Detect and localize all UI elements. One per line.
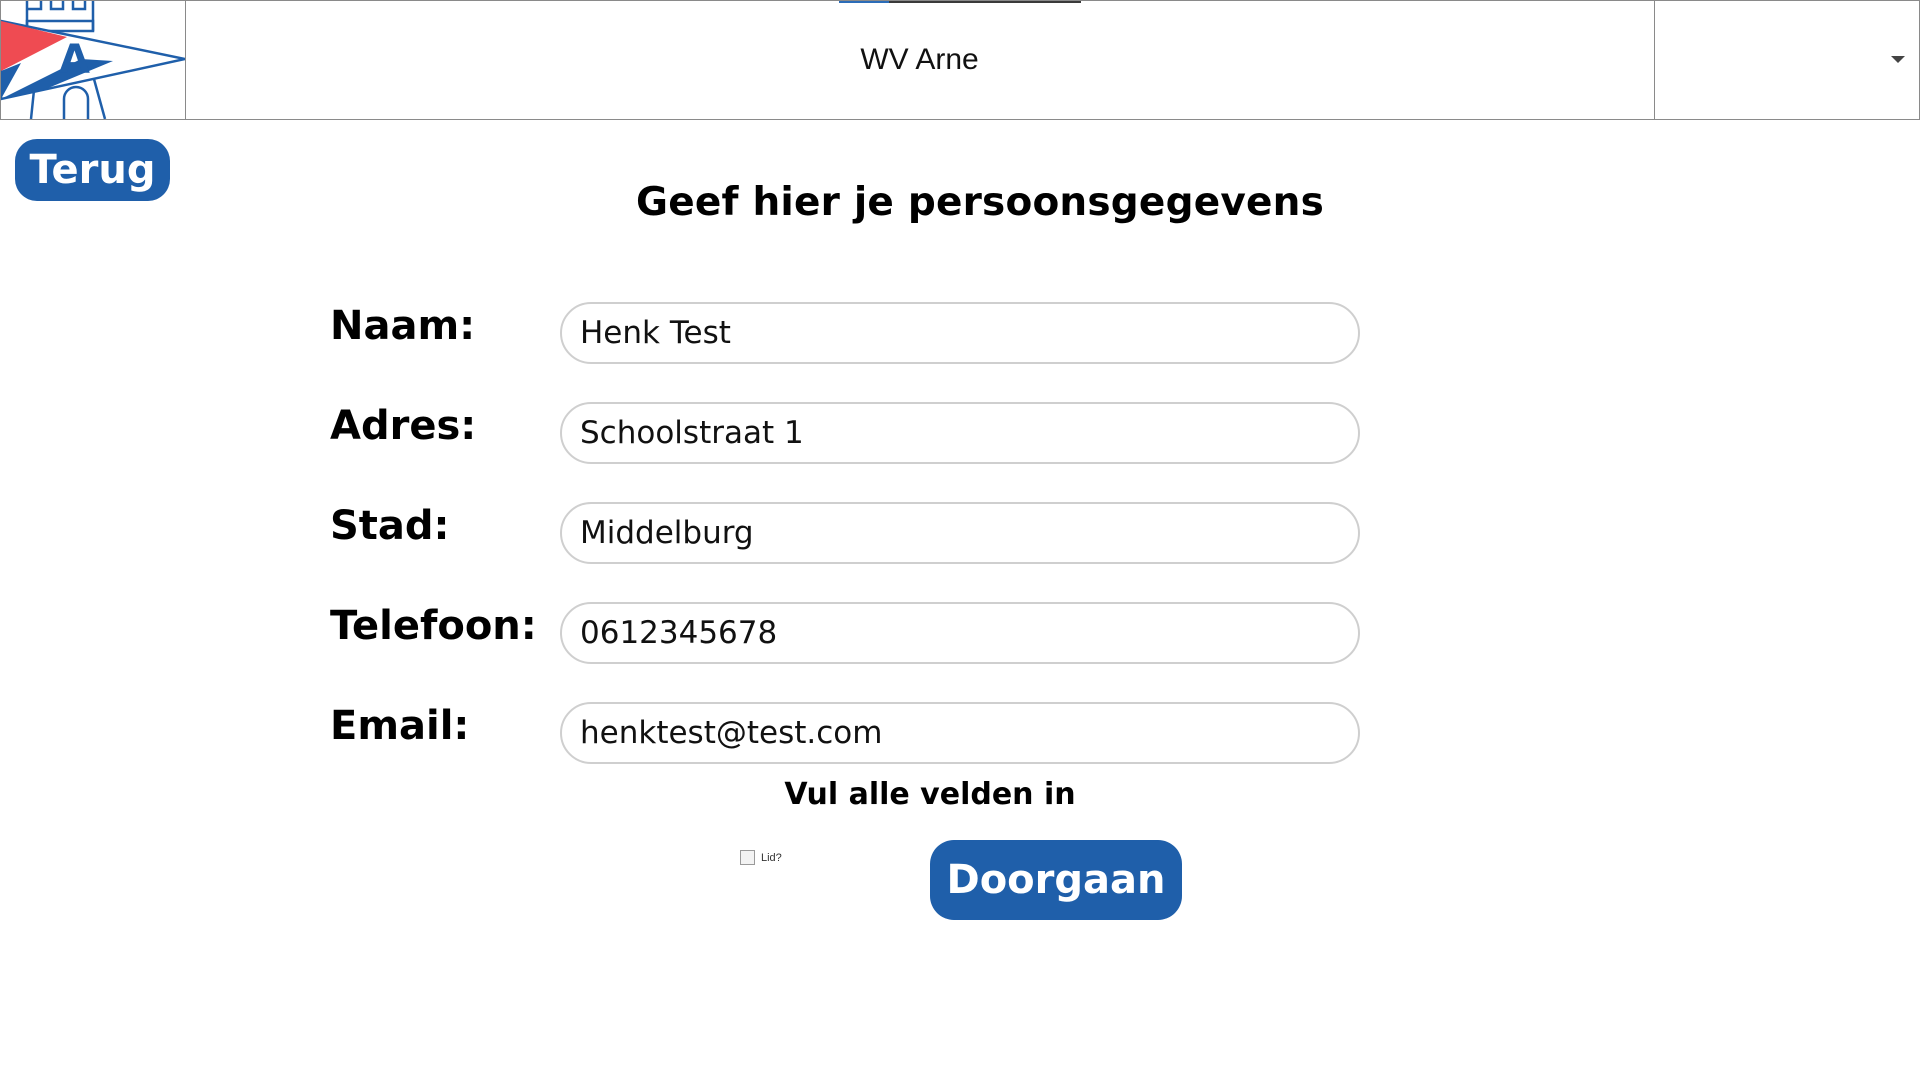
member-checkbox-group[interactable]: Lid? [740, 850, 782, 865]
form-row-email: Email: [330, 702, 1360, 764]
form-row-city: Stad: [330, 502, 1360, 564]
name-label: Naam: [330, 303, 476, 349]
header-dropdown[interactable] [1654, 1, 1919, 119]
app-header: A WV Arne [0, 0, 1920, 120]
club-logo: A [1, 1, 186, 119]
member-checkbox[interactable] [740, 850, 755, 865]
app-title: WV Arne [860, 43, 979, 76]
continue-button[interactable]: Doorgaan [930, 840, 1182, 920]
validation-message: Vul alle velden in [784, 777, 1076, 812]
email-label: Email: [330, 703, 470, 749]
name-field[interactable] [560, 302, 1360, 364]
address-field[interactable] [560, 402, 1360, 464]
city-field[interactable] [560, 502, 1360, 564]
back-button[interactable]: Terug [15, 139, 170, 201]
city-label: Stad: [330, 503, 450, 549]
form-row-address: Adres: [330, 402, 1360, 464]
address-label: Adres: [330, 403, 477, 449]
member-checkbox-label: Lid? [761, 851, 782, 864]
phone-field[interactable] [560, 602, 1360, 664]
form-row-name: Naam: [330, 302, 1360, 364]
form-row-phone: Telefoon: [330, 602, 1360, 664]
svg-text:A: A [59, 37, 90, 83]
page-title: Geef hier je persoonsgegevens [635, 180, 1324, 225]
chevron-down-icon [1891, 56, 1905, 63]
phone-label: Telefoon: [330, 603, 537, 649]
email-field[interactable] [560, 702, 1360, 764]
